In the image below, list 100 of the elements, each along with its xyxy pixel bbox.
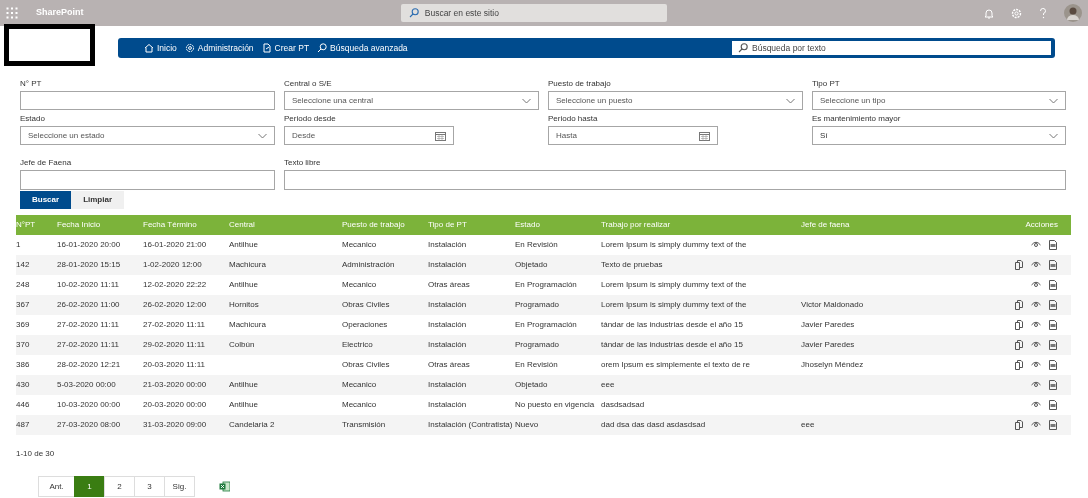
eye-icon[interactable] xyxy=(1031,300,1041,310)
date-field[interactable]: Hasta xyxy=(548,126,718,145)
avatar-icon[interactable] xyxy=(1064,4,1082,22)
table-cell: Instalación (Contratista) xyxy=(428,415,515,435)
dropdown[interactable]: Seleccione un puesto xyxy=(548,91,803,110)
dropdown[interactable]: Seleccione una central xyxy=(284,91,539,110)
pdf-file-icon[interactable] xyxy=(1048,240,1058,250)
text-search-field[interactable]: Búsqueda por texto xyxy=(732,41,1051,55)
spreadsheet-export-icon[interactable] xyxy=(219,481,230,492)
table-cell: 12-02-2020 22:22 xyxy=(143,275,229,295)
pdf-file-icon[interactable] xyxy=(1048,300,1058,310)
table-cell: 16-01-2020 21:00 xyxy=(143,235,229,255)
eye-icon[interactable] xyxy=(1031,380,1041,390)
column-header: N°PT xyxy=(16,215,57,235)
page-button[interactable]: 1 xyxy=(74,476,105,497)
table-cell: Mecanico xyxy=(342,375,428,395)
table-cell: Mecanico xyxy=(342,395,428,415)
document-edit-icon xyxy=(261,43,272,53)
pdf-file-icon[interactable] xyxy=(1048,280,1058,290)
eye-icon[interactable] xyxy=(1031,320,1041,330)
table-cell: Javier Paredes xyxy=(801,335,1013,355)
input-field[interactable] xyxy=(20,91,275,110)
site-search-field[interactable]: Buscar en este sitio xyxy=(400,4,667,22)
table-cell: Hornitos xyxy=(229,295,342,315)
eye-icon[interactable] xyxy=(1031,280,1041,290)
eye-icon[interactable] xyxy=(1031,340,1041,350)
table-cell: 26-02-2020 11:00 xyxy=(57,295,143,315)
table-cell: Lorem Ipsum is simply dummy text of the xyxy=(601,275,801,295)
field-label: Es mantenimiento mayor xyxy=(812,113,902,125)
table-cell: orem Ipsum es simplemente el texto de re xyxy=(601,355,801,375)
table-cell: Machicura xyxy=(229,255,342,275)
eye-icon[interactable] xyxy=(1031,360,1041,370)
pdf-file-icon[interactable] xyxy=(1048,400,1058,410)
table-cell: tándar de las industrias desde el año 15 xyxy=(601,335,801,355)
table-cell: En Programación xyxy=(515,275,601,295)
table-cell: Lorem Ipsum is simply dummy text of the xyxy=(601,295,801,315)
table-cell: Instalación xyxy=(428,235,515,255)
pdf-file-icon[interactable] xyxy=(1048,260,1058,270)
pdf-file-icon[interactable] xyxy=(1048,360,1058,370)
table-cell: 446 xyxy=(16,395,57,415)
dropdown[interactable]: Seleccione un estado xyxy=(20,126,275,145)
table-cell: Otras áreas xyxy=(428,275,515,295)
table-cell: Nuevo xyxy=(515,415,601,435)
table-cell: dad dsa das dasd asdasdsad xyxy=(601,415,801,435)
eye-icon[interactable] xyxy=(1031,260,1041,270)
dropdown[interactable]: Seleccione un tipo xyxy=(812,91,1066,110)
nav-link[interactable]: Inicio xyxy=(144,41,177,55)
table-cell: En Programación xyxy=(515,315,601,335)
copy-icon[interactable] xyxy=(1014,300,1024,310)
nav-link[interactable]: Crear PT xyxy=(261,41,310,55)
field-label: Estado xyxy=(20,113,46,125)
table-cell: 1 xyxy=(16,235,57,255)
input-field[interactable] xyxy=(20,170,275,190)
copy-icon[interactable] xyxy=(1014,260,1024,270)
page-button[interactable]: Sig. xyxy=(164,476,195,497)
table-cell: Programado xyxy=(515,295,601,315)
table-cell: Jhoselyn Méndez xyxy=(801,355,1013,375)
results-count: 1-10 de 30 xyxy=(16,448,56,460)
eye-icon[interactable] xyxy=(1031,420,1041,430)
search-icon xyxy=(317,43,328,53)
page-button[interactable]: Ant. xyxy=(38,476,75,497)
table-cell: Instalación xyxy=(428,375,515,395)
nav-link[interactable]: Búsqueda avanzada xyxy=(317,41,408,55)
table-cell: Electrico xyxy=(342,335,428,355)
date-field[interactable]: Desde xyxy=(284,126,454,145)
input-field[interactable] xyxy=(284,170,1066,190)
table-cell: Mecanico xyxy=(342,275,428,295)
nav-link[interactable]: Administración xyxy=(184,41,254,55)
pdf-file-icon[interactable] xyxy=(1048,380,1058,390)
copy-icon[interactable] xyxy=(1014,340,1024,350)
table-cell: dasdsadsad xyxy=(601,395,801,415)
table-cell: Objetado xyxy=(515,255,601,275)
pdf-file-icon[interactable] xyxy=(1048,340,1058,350)
table-cell: Candelaria 2 xyxy=(229,415,342,435)
pdf-file-icon[interactable] xyxy=(1048,420,1058,430)
eye-icon[interactable] xyxy=(1031,400,1041,410)
table-cell: Instalación xyxy=(428,255,515,275)
table-cell: Programado xyxy=(515,335,601,355)
table-cell: 1-02-2020 12:00 xyxy=(143,255,229,275)
search-icon xyxy=(738,43,748,53)
clear-button[interactable]: Limpiar xyxy=(71,191,125,209)
table-cell: Instalación xyxy=(428,395,515,415)
table-cell: 27-02-2020 11:11 xyxy=(57,315,143,335)
copy-icon[interactable] xyxy=(1014,360,1024,370)
table-cell: Antilhue xyxy=(229,275,342,295)
copy-icon[interactable] xyxy=(1014,320,1024,330)
table-cell: 367 xyxy=(16,295,57,315)
table-cell: 28-02-2020 12:21 xyxy=(57,355,143,375)
pdf-file-icon[interactable] xyxy=(1048,320,1058,330)
table-cell: En Revisión xyxy=(515,355,601,375)
page-button[interactable]: 3 xyxy=(134,476,165,497)
search-button[interactable]: Buscar xyxy=(20,191,72,209)
table-cell: 10-03-2020 00:00 xyxy=(57,395,143,415)
table-cell: 28-01-2020 15:15 xyxy=(57,255,143,275)
copy-icon[interactable] xyxy=(1014,420,1024,430)
table-cell: 27-03-2020 08:00 xyxy=(57,415,143,435)
dropdown[interactable]: Sí xyxy=(812,126,1066,145)
page-button[interactable]: 2 xyxy=(104,476,135,497)
eye-icon[interactable] xyxy=(1031,240,1041,250)
table-cell: Obras Civiles xyxy=(342,355,428,375)
